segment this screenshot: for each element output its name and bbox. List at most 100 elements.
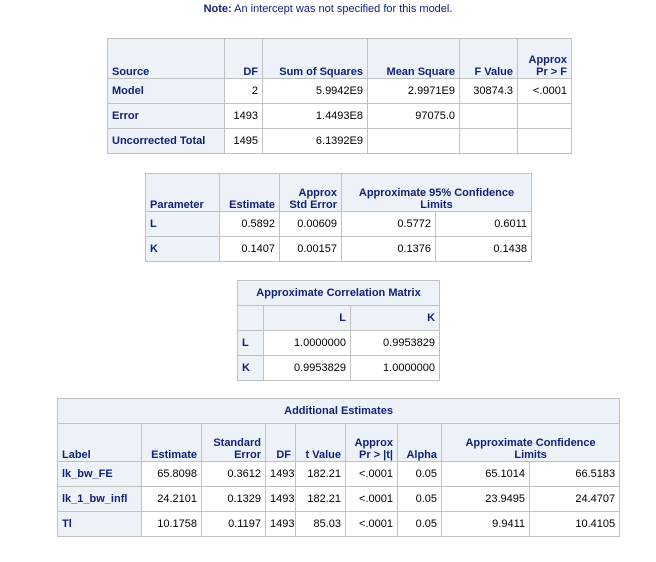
f-cell — [459, 103, 518, 129]
anova-table: Source DF Sum of Squares Mean Square F V… — [107, 38, 572, 154]
estimate-cell: 24.2101 — [141, 486, 202, 512]
std-error-cell: 0.3612 — [201, 461, 266, 487]
row-header: Model — [107, 78, 225, 104]
table-row: Model 2 5.9942E9 2.9971E9 30874.3 <.0001 — [107, 78, 572, 104]
parameter-estimates-table: Parameter Estimate Approx Std Error Appro… — [145, 173, 533, 262]
pr-t-line1: Approx — [354, 437, 394, 449]
pr-f-line2: Pr > F — [536, 66, 567, 78]
ms-cell: 2.9971E9 — [367, 78, 460, 104]
lower-limit-cell: 65.1014 — [441, 461, 530, 487]
col-header-label: Label — [57, 423, 142, 462]
col-header-source: Source — [107, 38, 225, 79]
col-header-estimate: Estimate — [219, 173, 280, 212]
col-header-df: DF — [265, 423, 296, 462]
row-header: Tl — [57, 511, 142, 537]
corr-cell: 0.9953829 — [349, 330, 441, 356]
corr-cell: 1.0000000 — [349, 355, 441, 381]
ss-cell: 5.9942E9 — [262, 78, 368, 104]
col-header-k: K — [349, 305, 441, 331]
df-cell: 1493 — [265, 461, 296, 487]
std-error-cell: 0.00157 — [279, 236, 342, 262]
col-header-standard-error: Standard Error — [201, 423, 266, 462]
col-header-pr-t: Approx Pr > |t| — [345, 423, 398, 462]
col-header-sum-of-squares: Sum of Squares — [262, 38, 368, 79]
estimate-cell: 65.8098 — [141, 461, 202, 487]
table-row: L 0.5892 0.00609 0.5772 0.6011 — [145, 211, 533, 237]
alpha-cell: 0.05 — [397, 511, 442, 537]
estimate-cell: 0.1407 — [219, 236, 280, 262]
t-value-cell: 182.21 — [295, 461, 346, 487]
corr-cell: 0.9953829 — [263, 355, 351, 381]
p-cell: <.0001 — [345, 486, 398, 512]
table-row: L 1.0000000 0.9953829 — [237, 330, 441, 356]
row-header: lk_bw_FE — [57, 461, 142, 487]
ss-cell: 6.1392E9 — [262, 128, 368, 154]
note-text: An intercept was not specified for this … — [234, 3, 453, 15]
upper-limit-cell: 24.4707 — [528, 486, 621, 512]
col-header-mean-square: Mean Square — [367, 38, 460, 79]
df-cell: 1493 — [265, 511, 296, 537]
row-header: lk_1_bw_infl — [57, 486, 142, 512]
alpha-cell: 0.05 — [397, 461, 442, 487]
ss-cell: 1.4493E8 — [262, 103, 368, 129]
df-cell: 2 — [224, 78, 263, 104]
table-row: lk_bw_FE 65.8098 0.3612 1493 182.21 <.00… — [57, 461, 621, 487]
col-header-l: L — [263, 305, 351, 331]
corner-cell — [237, 305, 264, 331]
col-header-parameter: Parameter — [145, 173, 220, 212]
p-cell: <.0001 — [345, 461, 398, 487]
table-row: lk_1_bw_infl 24.2101 0.1329 1493 182.21 … — [57, 486, 621, 512]
df-cell: 1493 — [265, 486, 296, 512]
note-line: Note: An intercept was not specified for… — [0, 3, 656, 15]
lower-limit-cell: 0.1376 — [341, 236, 436, 262]
row-header: Uncorrected Total — [107, 128, 225, 154]
se-line1: Standard — [213, 437, 261, 449]
col-header-confidence-limits: Approximate 95% Confidence Limits — [340, 173, 533, 212]
lower-limit-cell: 9.9411 — [441, 511, 530, 537]
upper-limit-cell: 66.5183 — [528, 461, 621, 487]
df-cell: 1493 — [224, 103, 263, 129]
row-header: K — [145, 236, 220, 262]
additional-estimates-title: Additional Estimates — [56, 398, 621, 424]
t-value-cell: 85.03 — [295, 511, 346, 537]
table-row: Uncorrected Total 1495 6.1392E9 — [107, 128, 572, 154]
upper-limit-cell: 0.6011 — [434, 211, 533, 237]
row-header: Error — [107, 103, 225, 129]
pr-t-line2: Pr > |t| — [359, 449, 393, 461]
correlation-matrix-table: Approximate Correlation Matrix L K L 1.0… — [236, 280, 441, 381]
estimate-cell: 0.5892 — [219, 211, 280, 237]
col-header-approx-std-error: Approx Std Error — [279, 173, 342, 212]
col-header-confidence-limits: Approximate Confidence Limits — [440, 423, 621, 462]
col-header-t-value: t Value — [295, 423, 346, 462]
se-line2: Std Error — [289, 199, 337, 211]
row-header: L — [237, 330, 264, 356]
corr-cell: 1.0000000 — [263, 330, 351, 356]
col-header-f-value: F Value — [459, 38, 518, 79]
std-error-cell: 0.1329 — [201, 486, 266, 512]
upper-limit-cell: 10.4105 — [528, 511, 621, 537]
upper-limit-cell: 0.1438 — [434, 236, 533, 262]
std-error-cell: 0.1197 — [201, 511, 266, 537]
note-label: Note: — [203, 3, 232, 15]
ci-line2: Limits — [514, 449, 547, 461]
ci-line1: Approximate 95% Confidence — [358, 187, 515, 199]
ms-cell — [367, 128, 460, 154]
alpha-cell: 0.05 — [397, 486, 442, 512]
col-header-alpha: Alpha — [397, 423, 442, 462]
additional-estimates-table: Additional Estimates Label Estimate Stan… — [56, 398, 621, 537]
table-row: K 0.1407 0.00157 0.1376 0.1438 — [145, 236, 533, 262]
table-row: K 0.9953829 1.0000000 — [237, 355, 441, 381]
row-header: L — [145, 211, 220, 237]
p-cell: <.0001 — [517, 78, 572, 104]
estimate-cell: 10.1758 — [141, 511, 202, 537]
ci-line1: Approximate Confidence — [465, 437, 596, 449]
se-line2: Error — [234, 449, 261, 461]
df-cell: 1495 — [224, 128, 263, 154]
t-value-cell: 182.21 — [295, 486, 346, 512]
lower-limit-cell: 23.9495 — [441, 486, 530, 512]
p-cell — [517, 128, 572, 154]
table-row: Error 1493 1.4493E8 97075.0 — [107, 103, 572, 129]
col-header-df: DF — [224, 38, 263, 79]
std-error-cell: 0.00609 — [279, 211, 342, 237]
ci-line2: Limits — [420, 199, 453, 211]
